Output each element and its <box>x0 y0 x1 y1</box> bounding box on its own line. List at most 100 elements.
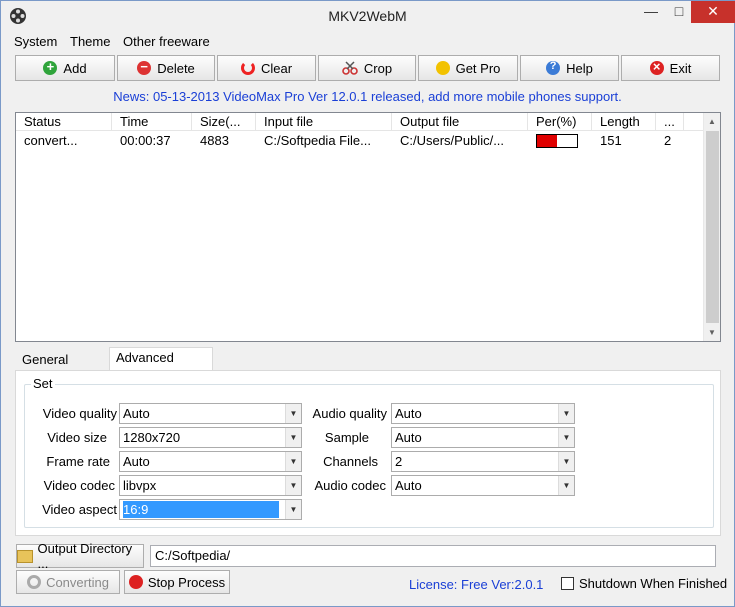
video-size-label: Video size <box>47 430 107 445</box>
list-scrollbar[interactable]: ▲ ▼ <box>703 113 720 341</box>
frame-rate-select[interactable]: Auto ▼ <box>119 451 302 472</box>
column-time[interactable]: Time <box>112 113 192 131</box>
tab-advanced-option[interactable]: Advanced Option <box>109 347 213 385</box>
video-aspect-value: 16:9 <box>123 501 279 518</box>
list-header: Status Time Size(... Input file Output f… <box>16 113 704 131</box>
stop-process-label: Stop Process <box>147 574 226 590</box>
chevron-down-icon[interactable]: ▼ <box>285 404 301 423</box>
help-icon <box>546 60 561 75</box>
cell-extra: 2 <box>664 133 672 148</box>
column-output-file[interactable]: Output file <box>392 113 528 131</box>
video-codec-value: libvpx <box>123 478 157 493</box>
channels-select[interactable]: 2 ▼ <box>391 451 575 472</box>
exit-button[interactable]: Exit <box>621 55 720 81</box>
app-window: MKV2WebM — □ ✕ System Theme Other freewa… <box>0 0 735 607</box>
cell-status: convert... <box>24 133 78 148</box>
scroll-up-icon[interactable]: ▲ <box>704 113 720 130</box>
close-button[interactable]: ✕ <box>691 1 735 23</box>
clear-button[interactable]: Clear <box>217 55 316 81</box>
group-label: Set <box>31 376 55 391</box>
delete-button[interactable]: Delete <box>117 55 215 81</box>
output-directory-label: Output Directory ... <box>37 541 133 571</box>
clear-label: Clear <box>260 60 293 76</box>
shutdown-checkbox[interactable] <box>561 577 574 590</box>
add-button[interactable]: Add <box>15 55 115 81</box>
tab-general-option[interactable]: General Option <box>15 349 108 387</box>
video-quality-value: Auto <box>123 406 150 421</box>
channels-label: Channels <box>323 454 378 469</box>
shutdown-label[interactable]: Shutdown When Finished <box>579 576 727 591</box>
chevron-down-icon[interactable]: ▼ <box>285 476 301 495</box>
advanced-option-panel: Set Video quality Auto ▼ Video size 1280… <box>15 370 721 536</box>
stop-process-button[interactable]: Stop Process <box>124 570 230 594</box>
output-directory-field[interactable]: C:/Softpedia/ <box>150 545 716 567</box>
cell-time: 00:00:37 <box>120 133 171 148</box>
cell-input-file: C:/Softpedia File... <box>264 133 371 148</box>
chevron-down-icon[interactable]: ▼ <box>285 452 301 471</box>
chevron-down-icon[interactable]: ▼ <box>558 428 574 447</box>
audio-codec-value: Auto <box>395 478 422 493</box>
crop-label: Crop <box>363 60 393 76</box>
help-label: Help <box>566 60 593 76</box>
video-aspect-select[interactable]: 16:9 ▼ <box>119 499 302 520</box>
audio-quality-label: Audio quality <box>312 406 387 421</box>
audio-codec-label: Audio codec <box>314 478 386 493</box>
folder-icon <box>17 549 33 563</box>
scroll-down-icon[interactable]: ▼ <box>704 324 720 341</box>
menu-other-freeware[interactable]: Other freeware <box>123 34 210 49</box>
video-size-select[interactable]: 1280x720 ▼ <box>119 427 302 448</box>
title-bar[interactable]: MKV2WebM — □ ✕ <box>1 1 735 31</box>
menu-bar: System Theme Other freeware <box>1 32 734 52</box>
news-banner[interactable]: News: 05-13-2013 VideoMax Pro Ver 12.0.1… <box>1 89 734 104</box>
output-directory-button[interactable]: Output Directory ... <box>16 541 144 571</box>
sample-value: Auto <box>395 430 422 445</box>
audio-quality-value: Auto <box>395 406 422 421</box>
video-size-value: 1280x720 <box>123 430 181 445</box>
converting-label: Converting <box>46 574 109 590</box>
add-icon <box>43 59 58 75</box>
maximize-button[interactable]: □ <box>665 1 693 23</box>
scroll-thumb[interactable] <box>706 131 719 323</box>
audio-codec-select[interactable]: Auto ▼ <box>391 475 575 496</box>
table-row[interactable]: convert... 00:00:37 4883 C:/Softpedia Fi… <box>16 132 704 149</box>
video-codec-select[interactable]: libvpx ▼ <box>119 475 302 496</box>
chevron-down-icon[interactable]: ▼ <box>285 500 301 519</box>
audio-quality-select[interactable]: Auto ▼ <box>391 403 575 424</box>
chevron-down-icon[interactable]: ▼ <box>558 476 574 495</box>
minimize-button[interactable]: — <box>637 1 665 23</box>
get-pro-label: Get Pro <box>455 60 501 76</box>
video-quality-label: Video quality <box>42 406 117 421</box>
settings-group: Set Video quality Auto ▼ Video size 1280… <box>24 376 714 528</box>
video-quality-select[interactable]: Auto ▼ <box>119 403 302 424</box>
license-text: License: Free Ver:2.0.1 <box>409 577 544 592</box>
sample-select[interactable]: Auto ▼ <box>391 427 575 448</box>
delete-icon <box>137 59 152 75</box>
cell-output-file: C:/Users/Public/... <box>400 133 505 148</box>
get-pro-button[interactable]: Get Pro <box>418 55 518 81</box>
video-aspect-label: Video aspect <box>42 502 117 517</box>
column-more[interactable]: ... <box>656 113 684 131</box>
column-length[interactable]: Length <box>592 113 656 131</box>
scissors-icon <box>342 61 358 75</box>
help-button[interactable]: Help <box>520 55 619 81</box>
chevron-down-icon[interactable]: ▼ <box>558 404 574 423</box>
exit-label: Exit <box>669 60 692 76</box>
delete-label: Delete <box>157 60 195 76</box>
column-percent[interactable]: Per(%) <box>528 113 592 131</box>
chevron-down-icon[interactable]: ▼ <box>558 452 574 471</box>
progress-fill <box>537 135 557 147</box>
column-status[interactable]: Status <box>16 113 112 131</box>
crop-button[interactable]: Crop <box>318 55 416 81</box>
conversion-list[interactable]: Status Time Size(... Input file Output f… <box>15 112 721 342</box>
converting-button[interactable]: Converting <box>16 570 120 594</box>
column-size[interactable]: Size(... <box>192 113 256 131</box>
sample-label: Sample <box>324 430 369 445</box>
stop-icon <box>128 575 143 589</box>
channels-value: 2 <box>395 454 403 469</box>
exit-icon <box>649 59 664 75</box>
cell-size: 4883 <box>200 133 229 148</box>
chevron-down-icon[interactable]: ▼ <box>285 428 301 447</box>
menu-system[interactable]: System <box>14 34 57 49</box>
column-input-file[interactable]: Input file <box>256 113 392 131</box>
menu-theme[interactable]: Theme <box>70 34 110 49</box>
